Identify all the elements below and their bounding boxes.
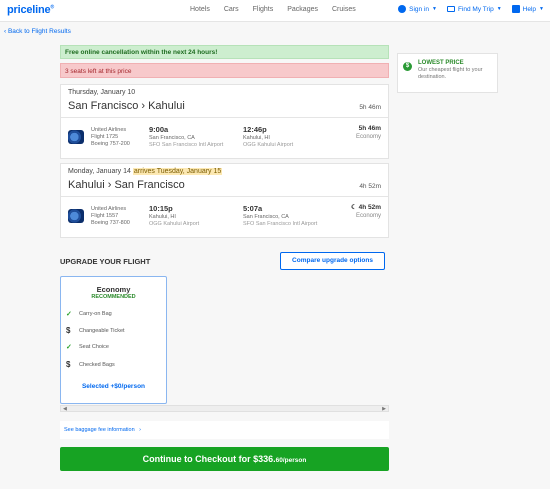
- departure-info: 9:00a San Francisco, CA SFO San Francisc…: [149, 125, 223, 149]
- cancellation-banner: Free online cancellation within the next…: [60, 45, 389, 59]
- fare-selected-label: Selected +$0/person: [81, 383, 146, 390]
- fare-feature: ✓ Seat Choice: [66, 343, 109, 351]
- arrival-city: San Francisco, CA: [243, 214, 289, 220]
- leg-route: San Francisco › Kahului: [68, 100, 185, 112]
- leg-header: Thursday, January 10 San Francisco › Kah…: [61, 85, 388, 118]
- fare-feature-label: Checked Bags: [79, 361, 115, 368]
- fare-feature: ✓ Carry-on Bag: [66, 310, 112, 318]
- leg-date: Monday, January 14 arrives Tuesday, Janu…: [68, 168, 223, 175]
- seats-left-banner: 3 seats left at this price: [60, 63, 389, 78]
- find-my-trip-menu[interactable]: Find My Trip ▼: [446, 5, 502, 13]
- top-nav: priceline® Hotels Cars Flights Packages …: [0, 0, 550, 22]
- arrival-airport: OGG Kahului Airport: [243, 142, 294, 148]
- priceline-logo[interactable]: priceline®: [7, 4, 54, 16]
- fare-feature-label: Seat Choice: [79, 344, 109, 350]
- check-icon: ✓: [66, 344, 72, 351]
- fare-feature: $ Changeable Ticket: [66, 326, 125, 335]
- recommended-badge: RECOMMENDED: [91, 294, 136, 300]
- departure-time: 10:15p: [149, 204, 173, 213]
- departure-time: 9:00a: [149, 125, 169, 134]
- arrival-time: 5:07a: [243, 204, 263, 213]
- baggage-fee-link[interactable]: See baggage fee information ›: [64, 427, 141, 433]
- scroll-left-arrow-icon[interactable]: ◀: [63, 406, 67, 412]
- united-airlines-logo: [68, 130, 84, 144]
- leg-duration: 4h 52m: [359, 183, 381, 190]
- dollar-icon: $: [66, 326, 71, 335]
- fare-name: Economy: [96, 285, 131, 294]
- sign-in-label: Sign in: [409, 5, 429, 13]
- leg-header: Monday, January 14 arrives Tuesday, Janu…: [61, 164, 388, 197]
- departure-city: Kahului, HI: [149, 214, 176, 220]
- help-label: Help: [522, 5, 537, 13]
- airline-info: United Airlines Flight 1557 Boeing 737-8…: [91, 206, 130, 227]
- compare-upgrade-options-button[interactable]: Compare upgrade options: [280, 252, 385, 270]
- chevron-down-icon: ▼: [539, 6, 544, 12]
- departure-airport: SFO San Francisco Intl Airport: [149, 142, 224, 148]
- help-menu[interactable]: Help ▼: [511, 5, 544, 13]
- fare-option-economy[interactable]: Economy RECOMMENDED ✓ Carry-on Bag $ Cha…: [60, 276, 167, 404]
- flight-number: Flight 1557: [91, 213, 119, 219]
- airline-name: United Airlines: [91, 127, 127, 133]
- flight-leg-card: Monday, January 14 arrives Tuesday, Janu…: [60, 163, 389, 238]
- back-to-results-link[interactable]: ‹ Back to Flight Results: [4, 28, 71, 35]
- cabin-class: Economy: [355, 213, 381, 219]
- segment-summary: ☾ 4h 52m Economy: [351, 204, 381, 220]
- arrival-airport: SFO San Francisco Intl Airport: [243, 221, 318, 227]
- segment-duration: ☾ 4h 52m: [350, 204, 381, 211]
- nav-link-cruises[interactable]: Cruises: [332, 6, 356, 13]
- departure-city: San Francisco, CA: [149, 135, 195, 141]
- briefcase-icon: [446, 6, 455, 12]
- dollar-badge-icon: $: [403, 62, 412, 71]
- arrival-city: Kahului, HI: [243, 135, 270, 141]
- lowest-price-panel: $ LOWEST PRICE Our cheapest flight to yo…: [397, 53, 498, 93]
- flight-number: Flight 1725: [91, 134, 119, 140]
- flight-segment: United Airlines Flight 1725 Boeing 757-2…: [61, 118, 388, 158]
- nav-link-hotels[interactable]: Hotels: [190, 6, 210, 13]
- trip-summary: Free online cancellation within the next…: [60, 45, 389, 78]
- leg-route: Kahului › San Francisco: [68, 179, 185, 191]
- user-icon: [398, 5, 407, 13]
- chevron-right-icon: ›: [139, 427, 142, 433]
- check-icon: ✓: [66, 311, 72, 318]
- nav-link-packages[interactable]: Packages: [287, 6, 318, 13]
- flight-leg-card: Thursday, January 10 San Francisco › Kah…: [60, 84, 389, 159]
- departure-info: 10:15p Kahului, HI OGG Kahului Airport: [149, 204, 199, 228]
- arrival-info: 12:46p Kahului, HI OGG Kahului Airport: [243, 125, 293, 149]
- nav-account-menu: Sign in ▼ Find My Trip ▼ Help ▼: [398, 5, 544, 13]
- arrival-info: 5:07a San Francisco, CA SFO San Francisc…: [243, 204, 317, 228]
- leg-date: Thursday, January 10: [68, 89, 136, 96]
- united-airlines-logo: [68, 209, 84, 223]
- aircraft-type: Boeing 737-800: [91, 220, 130, 226]
- baggage-info-panel: See baggage fee information ›: [60, 421, 389, 439]
- lowest-price-title: LOWEST PRICE: [418, 60, 464, 66]
- departure-airport: OGG Kahului Airport: [149, 221, 200, 227]
- nav-links: Hotels Cars Flights Packages Cruises: [190, 6, 370, 13]
- continue-to-checkout-button[interactable]: Continue to Checkout for $336.60/person: [60, 447, 389, 471]
- airline-name: United Airlines: [91, 206, 127, 212]
- nav-link-flights[interactable]: Flights: [253, 6, 274, 13]
- fare-options-scrollbar[interactable]: ◀ ▶: [60, 405, 389, 412]
- sign-in-menu[interactable]: Sign in ▼: [398, 5, 437, 13]
- dollar-icon: $: [66, 360, 71, 369]
- chevron-down-icon: ▼: [432, 6, 437, 12]
- upgrade-section-title: UPGRADE YOUR FLIGHT: [60, 257, 151, 266]
- fare-feature-label: Changeable Ticket: [79, 327, 125, 334]
- find-my-trip-label: Find My Trip: [457, 5, 494, 13]
- leg-duration: 5h 46m: [359, 104, 381, 111]
- arrival-time: 12:46p: [243, 125, 267, 134]
- airline-info: United Airlines Flight 1725 Boeing 757-2…: [91, 127, 130, 148]
- scroll-right-arrow-icon[interactable]: ▶: [382, 406, 386, 412]
- aircraft-type: Boeing 757-200: [91, 141, 130, 147]
- cabin-class: Economy: [355, 134, 381, 140]
- segment-duration: 5h 46m: [358, 125, 381, 132]
- fare-feature: $ Checked Bags: [66, 360, 115, 369]
- arrives-next-day-note: arrives Tuesday, January 15: [132, 168, 223, 175]
- help-icon: [511, 5, 520, 13]
- fare-feature-label: Carry-on Bag: [79, 311, 112, 317]
- segment-summary: 5h 46m Economy: [356, 125, 381, 141]
- lowest-price-description: Our cheapest flight to your destination.: [418, 67, 483, 80]
- flight-segment: United Airlines Flight 1557 Boeing 737-8…: [61, 197, 388, 237]
- nav-link-cars[interactable]: Cars: [224, 6, 239, 13]
- chevron-down-icon: ▼: [496, 6, 502, 12]
